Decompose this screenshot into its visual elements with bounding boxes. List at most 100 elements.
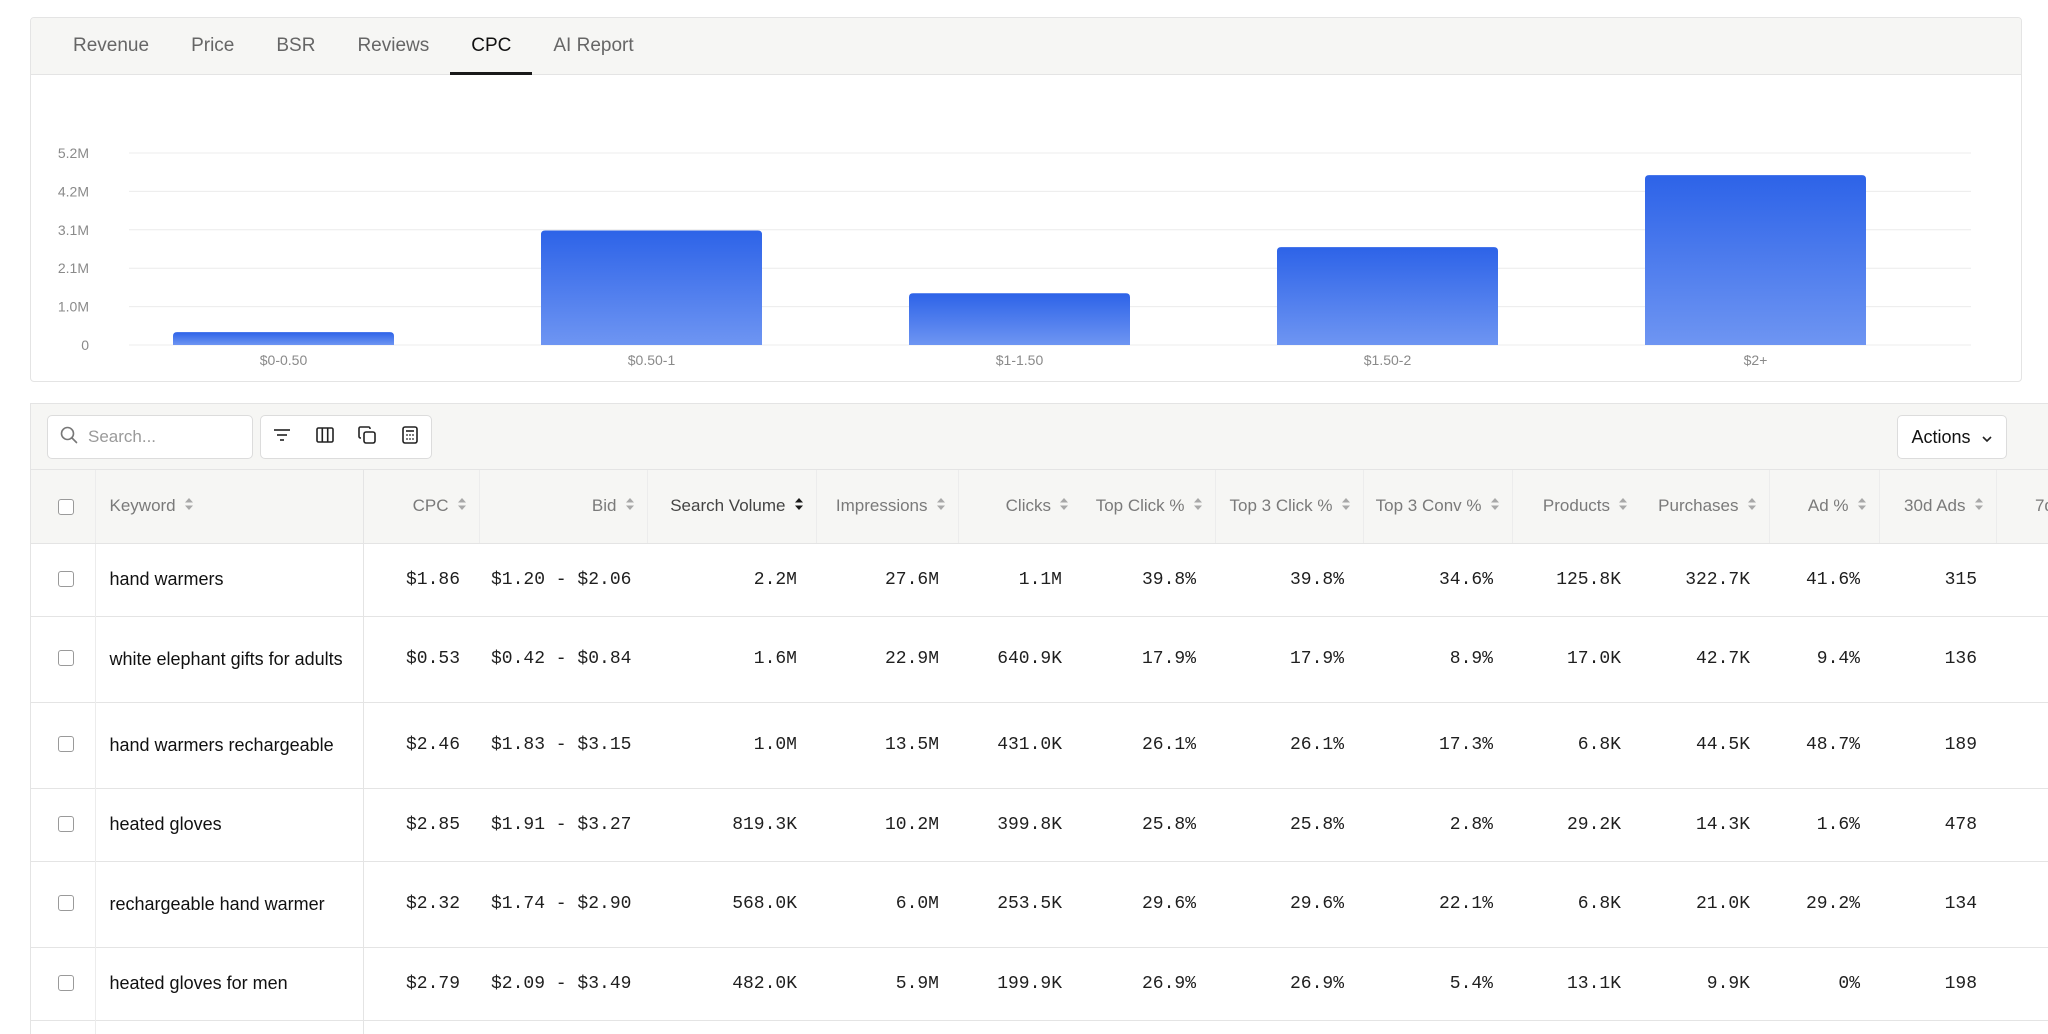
column-header-purchases[interactable]: Purchases (1640, 470, 1770, 544)
keyword-cell[interactable]: hand warmers rechargeable (95, 702, 364, 788)
tab-cpc[interactable]: CPC (450, 18, 533, 75)
table-cell: 25.8% (1289, 814, 1344, 835)
sort-icon[interactable] (936, 496, 946, 516)
search-input[interactable] (88, 427, 238, 447)
sort-icon[interactable] (625, 496, 635, 516)
sort-icon[interactable] (1193, 496, 1203, 516)
column-header-products[interactable]: Products (1512, 470, 1640, 544)
table-row[interactable]: rechargeable hand warmer $2.32 $1.74 - $2.… (31, 861, 2048, 947)
row-checkbox[interactable] (57, 815, 74, 832)
table-row[interactable]: heated gloves $2.85 $1.91 - $3.27 819.3K 10.… (31, 788, 2048, 861)
table-row[interactable]: heated gloves for men $2.79 $2.09 - $3.49 4… (31, 947, 2048, 1020)
sort-icon[interactable] (184, 496, 194, 516)
search-box[interactable] (47, 415, 253, 459)
bar-4[interactable] (1277, 247, 1498, 345)
row-select-cell (31, 616, 96, 702)
column-header-keyword[interactable]: Keyword (95, 470, 364, 544)
row-checkbox[interactable] (57, 570, 74, 587)
row-checkbox[interactable] (57, 895, 74, 912)
column-header-label: 30d Ads (1904, 496, 1966, 516)
table-cell: 39.8% (1289, 569, 1344, 590)
table-cell (363, 1020, 479, 1034)
column-header-label: Ad % (1807, 496, 1849, 516)
keyword-cell[interactable]: rechargeable hand warmer (95, 861, 364, 947)
column-header-label: Products (1542, 496, 1610, 516)
table-cell: 1.0M (753, 735, 797, 755)
column-header-label: Clicks (1005, 496, 1051, 516)
table-row[interactable] (31, 1020, 2048, 1034)
sort-icon[interactable] (1490, 496, 1500, 516)
table-cell: $2.79 (405, 973, 460, 994)
keyword-cell[interactable]: heated gloves for men (95, 947, 364, 1020)
sort-icon[interactable] (1341, 496, 1351, 516)
sort-icon[interactable] (1974, 496, 1984, 516)
table-row[interactable]: hand warmers rechargeable $2.46 $1.83 - $3… (31, 702, 2048, 788)
keyword-cell[interactable]: hand warmers (95, 543, 364, 616)
sort-icon[interactable] (1059, 496, 1069, 516)
row-select-cell (31, 861, 96, 947)
keyword-cell[interactable]: heated gloves (95, 788, 364, 861)
column-header-30d-ads[interactable]: 30d Ads (1879, 470, 1997, 544)
actions-button[interactable]: Actions (1897, 415, 2007, 459)
tab-reviews[interactable]: Reviews (336, 18, 450, 74)
table-cell: $0.53 (405, 649, 460, 669)
tab-bsr[interactable]: BSR (255, 18, 336, 74)
column-header-label: CPC (412, 496, 449, 516)
table-cell (1996, 788, 2048, 861)
row-checkbox[interactable] (57, 650, 74, 667)
row-checkbox[interactable] (57, 974, 74, 991)
filter-button[interactable] (261, 416, 304, 458)
bar-5[interactable] (1645, 175, 1866, 345)
row-checkbox[interactable] (57, 736, 74, 753)
column-header-cpc[interactable]: CPC (363, 470, 480, 544)
tab-price[interactable]: Price (170, 18, 255, 74)
column-header-ad-pct[interactable]: Ad % (1769, 470, 1880, 544)
column-header-bid[interactable]: Bid (479, 470, 648, 544)
sort-icon[interactable] (1857, 496, 1867, 516)
column-header-label: Impressions (835, 496, 928, 516)
table-cell: 640.9K (997, 649, 1062, 669)
bar-3[interactable] (909, 293, 1130, 345)
column-header-top-click-pct[interactable]: Top Click % (1081, 470, 1216, 544)
column-header-clicks[interactable]: Clicks (958, 470, 1081, 544)
tab-label: Reviews (357, 35, 430, 56)
x-category-label: $0.50-1 (628, 352, 676, 368)
bar-2[interactable] (541, 230, 762, 345)
y-tick-label: 4.2M (58, 183, 89, 199)
column-header-search-volume[interactable]: Search Volume (647, 470, 817, 544)
sort-icon[interactable] (1618, 496, 1628, 516)
keyword-cell[interactable] (95, 1020, 364, 1034)
chart-card: Revenue Price BSR Reviews CPC AI Report … (30, 17, 2022, 382)
column-header-impressions[interactable]: Impressions (816, 470, 959, 544)
column-header-top-3-click-pct[interactable]: Top 3 Click % (1215, 470, 1364, 544)
checkbox[interactable] (57, 498, 74, 515)
table-cell (1996, 616, 2048, 702)
sort-icon[interactable] (1747, 496, 1757, 516)
table-cell: 2.8% (1449, 814, 1493, 835)
sort-icon[interactable] (457, 496, 467, 516)
tab-ai-report[interactable]: AI Report (532, 18, 654, 74)
tab-revenue[interactable]: Revenue (52, 18, 170, 74)
row-select-cell (31, 1020, 96, 1034)
column-header-7d-a[interactable]: 7d A (1996, 470, 2048, 544)
x-category-label: $0-0.50 (260, 352, 308, 368)
table-row[interactable]: white elephant gifts for adults $0.53 $0.4… (31, 616, 2048, 702)
table-cell (1996, 543, 2048, 616)
keyword-cell[interactable]: white elephant gifts for adults (95, 616, 364, 702)
table-cell (1996, 947, 2048, 1020)
table-row[interactable]: hand warmers $1.86 $1.20 - $2.06 2.2M 27.6M 1… (31, 543, 2048, 616)
table-cell: 26.9% (1289, 973, 1344, 994)
table-cell: 399.8K (997, 814, 1062, 835)
table-cell: 17.3% (1438, 735, 1493, 755)
table-cell: $2.85 (405, 814, 460, 835)
table-cell: 6.8K (1577, 894, 1621, 914)
bar-1[interactable] (173, 332, 394, 345)
table-tool-group (260, 415, 432, 459)
copy-button[interactable] (346, 416, 389, 458)
select-all-checkbox[interactable] (31, 470, 96, 544)
table-header-row: Keyword CPC Bid Search Volume Impressions Cli… (31, 470, 2048, 544)
column-header-top-3-conv-pct[interactable]: Top 3 Conv % (1363, 470, 1513, 544)
calculator-button[interactable] (389, 416, 432, 458)
columns-button[interactable] (304, 416, 347, 458)
sort-active-icon[interactable] (794, 496, 804, 516)
